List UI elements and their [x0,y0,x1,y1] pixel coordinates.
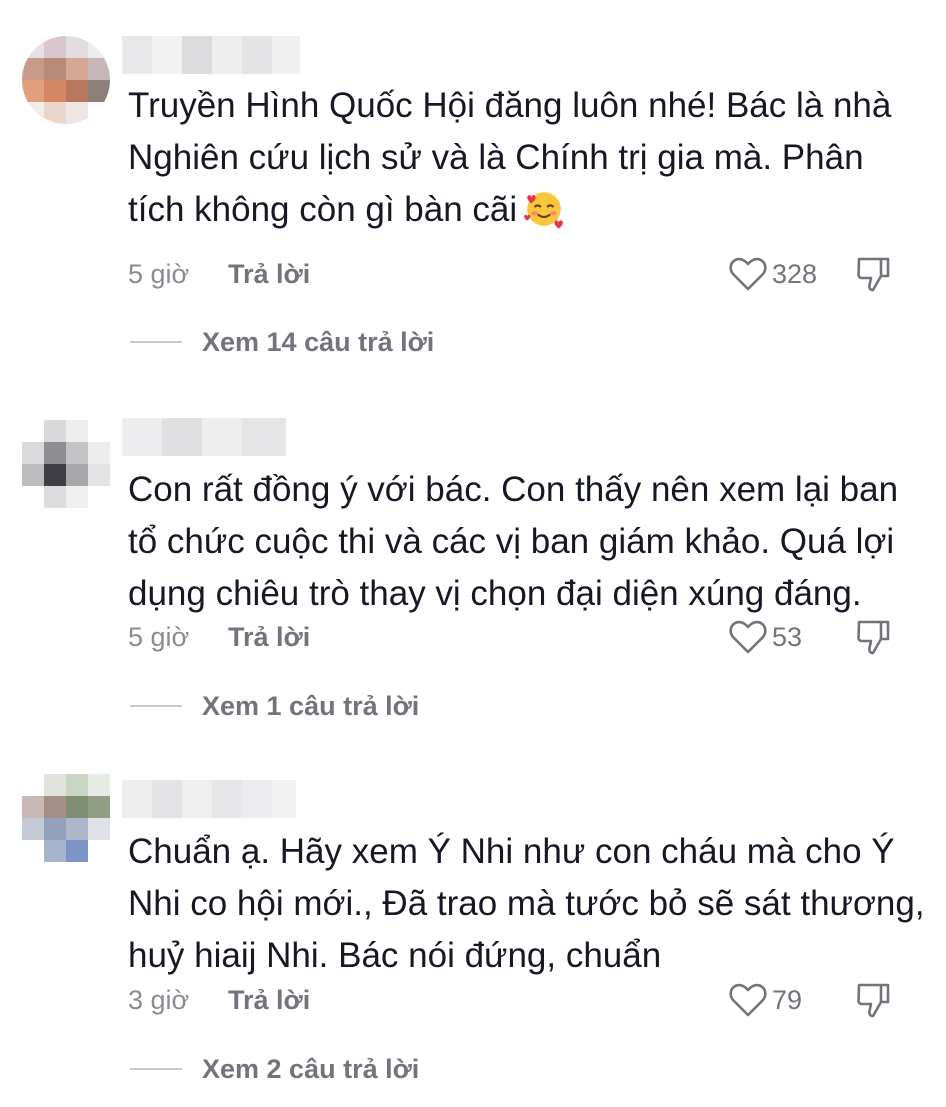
like-count: 53 [772,621,803,652]
like-group: 53 [728,617,892,657]
like-count: 79 [772,984,803,1015]
divider-line [130,341,182,343]
comment-text: Chuẩn ạ. Hãy xem Ý Nhi như con cháu mà c… [128,832,925,975]
comment-meta: 5 giờ Trả lời 53 [128,617,926,657]
heart-outline-icon[interactable] [728,981,768,1019]
username-redacted[interactable] [122,418,286,456]
comment-meta: 5 giờ Trả lời 328 [128,254,926,294]
comment-text: Con rất đồng ý với bác. Con thấy nên xem… [128,470,899,613]
avatar[interactable] [22,36,110,124]
view-replies-label: Xem 1 câu trả lời [202,690,420,721]
username-redacted[interactable] [122,36,300,74]
comment-text: Truyền Hình Quốc Hội đăng luôn nhé! Bác … [128,86,892,229]
divider-line [130,705,182,707]
avatar[interactable] [22,420,110,508]
reply-button[interactable]: Trả lời [228,622,310,653]
view-replies-button[interactable]: Xem 14 câu trả lời [130,322,434,362]
comment-time: 5 giờ [128,621,190,652]
reply-button[interactable]: Trả lời [228,985,310,1016]
username-redacted[interactable] [122,780,296,818]
like-group: 328 [728,254,892,294]
comment-time: 3 giờ [128,984,190,1015]
view-replies-button[interactable]: Xem 1 câu trả lời [130,686,419,726]
thumbs-down-icon[interactable] [854,980,892,1020]
view-replies-label: Xem 2 câu trả lời [202,1053,420,1084]
comment-time: 5 giờ [128,258,190,289]
reply-button[interactable]: Trả lời [228,259,310,290]
heart-outline-icon[interactable] [728,255,768,293]
view-replies-button[interactable]: Xem 2 câu trả lời [130,1049,419,1089]
smiling-face-with-hearts-icon [524,192,564,229]
like-count: 328 [772,258,818,289]
comment-meta: 3 giờ Trả lời 79 [128,980,926,1020]
divider-line [130,1068,182,1070]
thumbs-down-icon[interactable] [854,254,892,294]
view-replies-label: Xem 14 câu trả lời [202,326,435,357]
like-group: 79 [728,980,892,1020]
heart-outline-icon[interactable] [728,618,768,656]
avatar[interactable] [22,774,110,862]
thumbs-down-icon[interactable] [854,617,892,657]
